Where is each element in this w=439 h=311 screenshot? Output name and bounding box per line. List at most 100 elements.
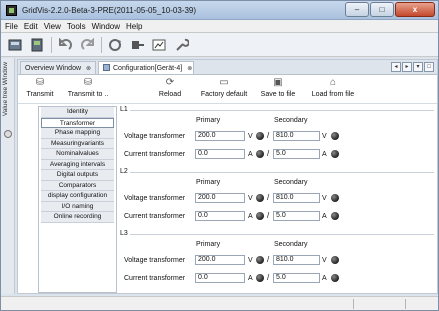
redo-icon[interactable] <box>79 37 96 53</box>
ratio-separator: / <box>267 255 270 264</box>
ratio-separator: / <box>267 211 270 220</box>
connect-icon[interactable] <box>129 37 146 53</box>
current-primary-input[interactable]: 0.0 <box>195 211 245 221</box>
voltage-secondary-input[interactable]: 810.0 <box>273 255 320 265</box>
menu-edit[interactable]: Edit <box>24 22 38 31</box>
close-tab-icon[interactable]: ⊗ <box>86 66 91 72</box>
minimize-button[interactable]: – <box>345 2 369 17</box>
factory-default-label: Factory default <box>200 91 248 98</box>
config-nav-list: Identity Transformer Phase mapping Measu… <box>38 106 117 293</box>
secondary-heading: Secondary <box>274 117 308 124</box>
window-title: GridVis-2.2.0-Beta-3-PRE(2011-05-05_10-0… <box>22 6 197 15</box>
transformer-settings: L1 Primary Secondary Voltage transformer… <box>118 106 436 293</box>
value-tree-window-label: Value tree Window <box>2 62 9 117</box>
tab-scroll-right-icon[interactable]: ▸ <box>402 62 412 72</box>
current-secondary-input[interactable]: 5.0 <box>273 149 320 159</box>
current-secondary-input[interactable]: 5.0 <box>273 273 320 283</box>
voltage-primary-input[interactable]: 200.0 <box>195 255 245 265</box>
transmit-icon: ⛁ <box>35 77 45 88</box>
tab-navigation: ◂ ▸ ▾ □ <box>390 62 434 72</box>
menu-tools[interactable]: Tools <box>67 22 86 31</box>
menu-file[interactable]: File <box>5 22 18 31</box>
nav-nominalvalues[interactable]: Nominalvalues <box>41 149 114 160</box>
tab-list-icon[interactable]: ▾ <box>413 62 423 72</box>
transmit-button[interactable]: ⛁ Transmit <box>22 77 58 98</box>
close-tab-icon[interactable]: ⊗ <box>187 66 192 72</box>
title-bar[interactable]: GridVis-2.2.0-Beta-3-PRE(2011-05-05_10-0… <box>1 1 438 20</box>
tab-configuration[interactable]: Configuration[Gerät-4] ⊗ <box>98 61 194 74</box>
voltage-secondary-input[interactable]: 810.0 <box>273 131 320 141</box>
window-controls: – □ x <box>344 2 435 18</box>
value-tree-window-strip[interactable]: Value tree Window <box>1 58 15 294</box>
current-secondary-unit: A <box>322 151 327 158</box>
close-button[interactable]: x <box>395 2 435 17</box>
maximize-button[interactable]: □ <box>370 2 394 17</box>
status-indicator-icon <box>331 132 339 140</box>
menu-bar: File Edit View Tools Window Help <box>1 20 438 33</box>
tab-overview-window[interactable]: Overview Window ⊗ <box>20 61 96 74</box>
device-icon[interactable] <box>29 37 46 53</box>
current-primary-unit: A <box>248 151 253 158</box>
status-indicator-icon <box>331 150 339 158</box>
new-project-icon[interactable] <box>7 37 24 53</box>
status-indicator-icon <box>256 132 264 140</box>
reload-label: Reload <box>158 91 182 98</box>
transmit-to-button[interactable]: ⛁ Transmit to .. <box>64 77 112 98</box>
status-divider <box>353 299 354 309</box>
nav-io-naming[interactable]: I/O naming <box>41 201 114 212</box>
status-indicator-icon <box>331 274 339 282</box>
nav-comparators[interactable]: Comparators <box>41 180 114 191</box>
graph-icon[interactable] <box>151 37 168 53</box>
app-icon <box>6 5 17 16</box>
app-window: GridVis-2.2.0-Beta-3-PRE(2011-05-05_10-0… <box>0 0 439 311</box>
section-title: L2 <box>120 168 128 175</box>
voltage-primary-unit: V <box>248 133 253 140</box>
current-primary-input[interactable]: 0.0 <box>195 149 245 159</box>
wrench-icon[interactable] <box>173 37 190 53</box>
factory-default-button[interactable]: ▭ Factory default <box>198 77 250 98</box>
section-l1: L1 Primary Secondary Voltage transformer… <box>118 106 436 168</box>
nav-phase-mapping[interactable]: Phase mapping <box>41 128 114 139</box>
refresh-icon[interactable] <box>107 37 124 53</box>
maximize-panel-icon[interactable]: □ <box>424 62 434 72</box>
status-indicator-icon <box>256 150 264 158</box>
tab-scroll-left-icon[interactable]: ◂ <box>391 62 401 72</box>
nav-transformer[interactable]: Transformer <box>41 117 114 128</box>
current-primary-unit: A <box>248 275 253 282</box>
current-secondary-input[interactable]: 5.0 <box>273 211 320 221</box>
value-tree-icon[interactable] <box>4 130 12 138</box>
current-transformer-label: Current transformer <box>124 151 186 158</box>
menu-help[interactable]: Help <box>126 22 142 31</box>
voltage-secondary-unit: V <box>322 195 327 202</box>
voltage-primary-unit: V <box>248 257 253 264</box>
nav-measuringvariants[interactable]: Measuringvariants <box>41 138 114 149</box>
load-file-icon: ⌂ <box>329 77 337 88</box>
tab-label: Configuration[Gerät-4] <box>113 65 183 72</box>
voltage-transformer-label: Voltage transformer <box>124 257 186 264</box>
section-l3: L3 Primary Secondary Voltage transformer… <box>118 230 436 292</box>
reload-button[interactable]: ⟳ Reload <box>156 77 184 98</box>
voltage-primary-unit: V <box>248 195 253 202</box>
nav-online-recording[interactable]: Online recording <box>41 212 114 223</box>
current-transformer-label: Current transformer <box>124 213 186 220</box>
save-to-file-label: Save to file <box>260 91 296 98</box>
save-to-file-button[interactable]: ▣ Save to file <box>259 77 297 98</box>
voltage-secondary-input[interactable]: 810.0 <box>273 193 320 203</box>
undo-icon[interactable] <box>57 37 74 53</box>
voltage-transformer-label: Voltage transformer <box>124 133 186 140</box>
nav-averaging-intervals[interactable]: Averaging intervals <box>41 159 114 170</box>
section-divider <box>130 234 434 235</box>
current-secondary-unit: A <box>322 275 327 282</box>
toolbar-separator <box>101 36 102 53</box>
menu-view[interactable]: View <box>44 22 61 31</box>
nav-display-configuration[interactable]: display configuration <box>41 191 114 202</box>
voltage-primary-input[interactable]: 200.0 <box>195 131 245 141</box>
load-from-file-button[interactable]: ⌂ Load from file <box>309 77 357 98</box>
voltage-secondary-unit: V <box>322 257 327 264</box>
nav-digital-outputs[interactable]: Digital outputs <box>41 170 114 181</box>
nav-identity[interactable]: Identity <box>41 107 114 118</box>
current-primary-input[interactable]: 0.0 <box>195 273 245 283</box>
ratio-separator: / <box>267 131 270 140</box>
voltage-primary-input[interactable]: 200.0 <box>195 193 245 203</box>
menu-window[interactable]: Window <box>92 22 120 31</box>
